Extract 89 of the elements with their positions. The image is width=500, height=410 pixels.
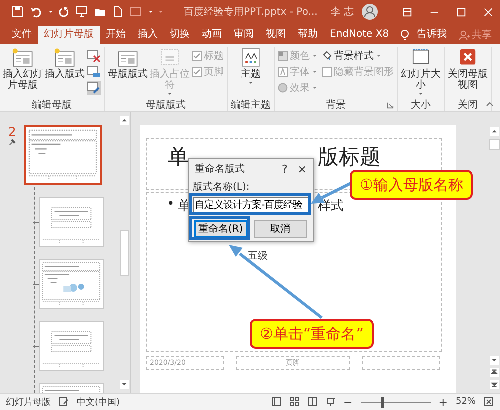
field-label: 版式名称(L):: [193, 182, 251, 193]
ribbon-button[interactable]: 插入幻灯片母版: [3, 47, 43, 98]
ribbon-tab[interactable]: 切换: [164, 26, 196, 44]
reading-view-icon[interactable]: [308, 397, 318, 407]
slide-thumbnail[interactable]: [24, 125, 102, 185]
zoom-slider-thumb[interactable]: [380, 396, 384, 408]
slide-number: 2: [8, 125, 16, 139]
maximize-icon[interactable]: [456, 6, 467, 18]
scroll-down-icon[interactable]: [120, 380, 128, 389]
group-label: 背景: [326, 98, 346, 112]
avatar-icon[interactable]: [362, 4, 378, 20]
ribbon-tab[interactable]: 视图: [260, 26, 292, 44]
ribbon-display-icon[interactable]: [402, 6, 413, 18]
folder-icon[interactable]: [94, 6, 106, 18]
rename-button[interactable]: 重命名(R): [194, 220, 248, 238]
delete-slide-icon[interactable]: [87, 49, 101, 63]
ribbon-button[interactable]: 插入版式: [45, 47, 85, 98]
cancel-button[interactable]: 取消: [254, 220, 307, 238]
group-label: 关闭: [458, 98, 478, 112]
language-label[interactable]: 中文(中国): [77, 396, 120, 408]
dialog-title: 重命名版式: [195, 162, 245, 176]
view-label: 幻灯片母版: [6, 396, 51, 408]
tell-me-search[interactable]: 告诉我: [411, 26, 454, 44]
lightbulb-icon[interactable]: [399, 29, 412, 41]
document-icon[interactable]: [112, 6, 124, 18]
person-icon: [459, 30, 470, 40]
window-title: 百度经验专用PPT.pptx - Po...: [184, 6, 318, 19]
grid-view-icon[interactable]: [290, 397, 300, 407]
scroll-up-icon[interactable]: [490, 127, 498, 136]
help-button[interactable]: ?: [282, 162, 288, 176]
next-slide-icon[interactable]: [490, 380, 498, 389]
ribbon-tab[interactable]: 动画: [196, 26, 228, 44]
slide-thumbnail[interactable]: [39, 321, 104, 371]
caret-icon[interactable]: [48, 9, 54, 15]
group-label: 编辑主题: [231, 98, 271, 112]
input-field[interactable]: 自定义设计方案-百度经验: [193, 197, 309, 213]
effects-icon: [278, 83, 288, 93]
ribbon-tab[interactable]: 幻灯片母版: [38, 26, 100, 44]
close-button[interactable]: ×: [298, 162, 307, 176]
normal-view-icon[interactable]: [272, 397, 282, 407]
pin-icon: [9, 139, 16, 146]
ribbon-tab[interactable]: 帮助: [292, 26, 324, 44]
presentation-icon[interactable]: [76, 6, 88, 18]
fit-slide-icon[interactable]: [484, 397, 494, 407]
scrollbar-thumb[interactable]: [488, 139, 500, 150]
palette-icon: [278, 51, 288, 61]
slide-thumbnail[interactable]: [39, 259, 104, 309]
scroll-down-icon[interactable]: [490, 356, 498, 365]
close-icon[interactable]: [483, 6, 494, 18]
ribbon-tab[interactable]: 审阅: [228, 26, 260, 44]
group-label: 母版版式: [146, 98, 186, 112]
bullet-mark: •: [167, 197, 175, 212]
ribbon-tab[interactable]: 开始: [100, 26, 132, 44]
title-text: 单: [168, 146, 189, 168]
screen-icon[interactable]: [130, 6, 142, 18]
ribbon-option[interactable]: 背景样式: [322, 49, 394, 63]
ribbon-button[interactable]: 关闭母版视图: [448, 47, 488, 98]
zoom-in-button[interactable]: +: [438, 396, 448, 408]
preserve-icon[interactable]: [87, 81, 101, 95]
save-icon[interactable]: [12, 6, 24, 18]
callout-label: ②单击“重命名”: [250, 319, 374, 349]
callout-label: ①输入母版名称: [350, 170, 474, 200]
title-text: 版标题: [318, 146, 381, 168]
scrollbar-thumb[interactable]: [120, 230, 128, 276]
ribbon-tab[interactable]: 插入: [132, 26, 164, 44]
ribbon-button[interactable]: 母版版式: [108, 47, 148, 98]
collapse-ribbon-icon[interactable]: [486, 101, 494, 107]
scroll-up-icon[interactable]: [120, 116, 128, 125]
group-label: 编辑母版: [32, 98, 72, 112]
caret-icon[interactable]: [148, 9, 154, 15]
customize-icon[interactable]: [158, 9, 164, 15]
slideshow-icon[interactable]: [326, 397, 336, 407]
ribbon-button[interactable]: 主题: [231, 47, 271, 98]
slide-thumbnail[interactable]: [39, 197, 104, 247]
ribbon-tab[interactable]: EndNote X8: [324, 26, 396, 44]
notes-icon[interactable]: [59, 397, 69, 407]
level-text: 五级: [248, 250, 268, 263]
previous-slide-icon[interactable]: [490, 368, 498, 377]
undo-icon[interactable]: [30, 6, 42, 18]
ribbon-tab[interactable]: 文件: [6, 26, 38, 44]
ribbon-button[interactable]: 幻灯片大小: [401, 47, 441, 98]
dialog-launcher-icon[interactable]: [387, 102, 394, 109]
zoom-level[interactable]: 52%: [456, 397, 476, 407]
user-name: 李 志: [330, 6, 354, 19]
redo-icon[interactable]: [58, 6, 70, 18]
font-icon: [278, 67, 288, 77]
zoom-out-button[interactable]: −: [344, 396, 353, 408]
rename-icon[interactable]: [87, 65, 101, 79]
group-label: 大小: [411, 98, 431, 112]
